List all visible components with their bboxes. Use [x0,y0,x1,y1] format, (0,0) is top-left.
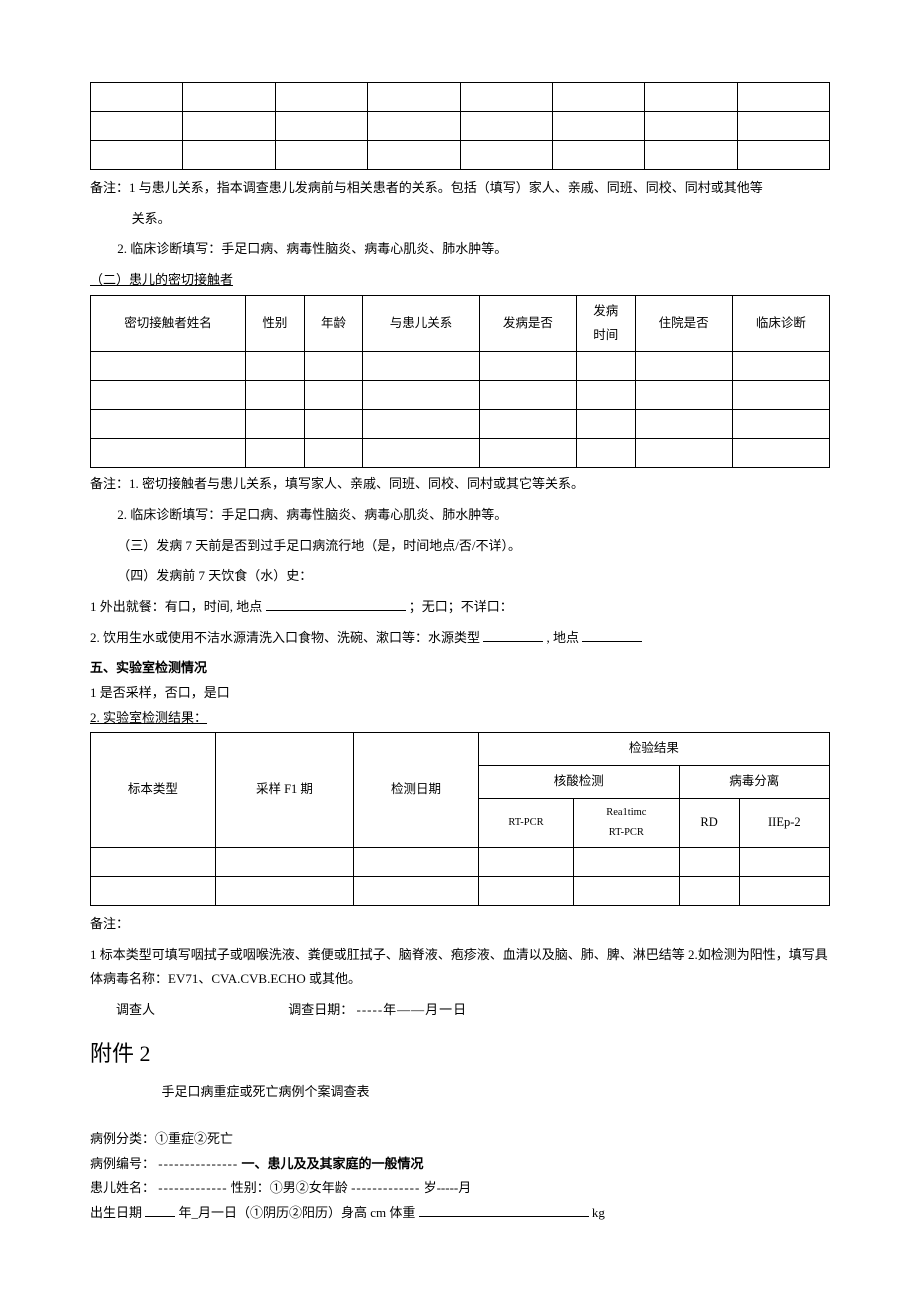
th-age: 年龄 [304,295,363,352]
th-onset-time: 发病 时间 [576,295,635,352]
diet-line1: 1 外出就餐：有口，时间, 地点 [90,599,262,614]
case-line2b: 一、患儿及及其家庭的一般情况 [241,1156,423,1171]
th-virus: 病毒分离 [679,766,829,799]
dash2: ------------- [158,1180,227,1195]
attachment-subtitle: 手足口病重症或死亡病例个案调查表 [90,1080,830,1105]
case-line2a: 病例编号： [90,1156,155,1171]
th-iiep2: IIEp-2 [739,798,829,847]
notes1-line1a: 1 与患儿关系，指本调查患儿发病前与相关患者的关系。包括（填写）家人、亲戚、同班… [129,180,763,195]
notes2-line4: （四）发病前 7 天饮食（水）史： [90,564,830,589]
th-realtime: Rea1timc RT-PCR [574,798,679,847]
case-line4a: 出生日期 [90,1205,142,1220]
survey-date-tail: -----年——月一日 [357,1002,468,1017]
case-line1: 病例分类：①重症②死亡 [90,1127,830,1152]
th-sample-date: 采样 F1 期 [215,733,353,847]
notes1-prefix: 备注： [90,180,129,195]
th-name: 密切接触者姓名 [91,295,246,352]
lab-line2: 2. 实验室检测结果： [90,706,207,731]
investigator-label: 调查人 [90,998,285,1023]
investigator-row: 调查人 调查日期： -----年——月一日 [90,998,830,1023]
blank-dining-place[interactable] [266,597,406,611]
lab-heading: 五、实验室检测情况 [90,656,830,681]
blank-weight[interactable] [419,1203,589,1217]
notes2-line2: 2. 临床诊断填写：手足口病、病毒性脑炎、病毒心肌炎、肺水肿等。 [90,503,830,528]
dash3: ------------- [351,1180,420,1195]
diet-line2a: 2. 饮用生水或使用不洁水源清洗入口食物、洗碗、漱口等：水源类型 [90,630,480,645]
lab-results-table: 标本类型 采样 F1 期 检测日期 检验结果 核酸检测 病毒分离 RT-PCR … [90,732,830,905]
notes-lab-prefix: 备注： [90,912,830,937]
notes2-prefix: 备注： [90,476,129,491]
survey-date-label: 调查日期： [288,1002,353,1017]
notes1-line2: 2. 临床诊断填写：手足口病、病毒性脑炎、病毒心肌炎、肺水肿等。 [90,237,830,262]
attachment-title: 附件 2 [90,1033,830,1075]
case-line3a: 患儿姓名： [90,1180,155,1195]
case-line4: 出生日期 年_月一日（①阴历②阳历）身高 cm 体重 kg [90,1201,830,1226]
th-relation: 与患儿关系 [363,295,479,352]
th-nuc: 核酸检测 [478,766,679,799]
case-line2: 病例编号： --------------- 一、患儿及及其家庭的一般情况 [90,1152,830,1177]
notes1-line1b: 关系。 [90,207,830,232]
blank-water-place[interactable] [582,628,642,642]
lab-line1: 1 是否采样，否口，是口 [90,681,830,706]
diet-line1-tail: ；无口；不详口： [409,599,513,614]
contacts-heading: （二）患儿的密切接触者 [90,268,233,293]
th-sample-type: 标本类型 [91,733,216,847]
th-rd: RD [679,798,739,847]
notes2-line1: 1. 密切接触者与患儿关系，填写家人、亲戚、同班、同校、同村或其它等关系。 [129,476,584,491]
case-line3: 患儿姓名： ------------- 性别：①男②女年龄 ----------… [90,1176,830,1201]
case-line4b: 年_月一日（①阴历②阳历）身高 cm 体重 [179,1205,416,1220]
dash1: --------------- [158,1156,238,1171]
diet-line2b: , 地点 [547,630,580,645]
th-hosp: 住院是否 [635,295,732,352]
notes1: 备注：1 与患儿关系，指本调查患儿发病前与相关患者的关系。包括（填写）家人、亲戚… [90,176,830,201]
notes-lab-line1: 1 标本类型可填写咽拭子或咽喉洗液、粪便或肛拭子、脑脊液、疱疹液、血清以及脑、肺… [90,943,830,992]
case-line4c: kg [592,1205,605,1220]
prior-contact-table [90,82,830,170]
th-results-group: 检验结果 [478,733,829,766]
case-line3b: 性别：①男②女年龄 [231,1180,348,1195]
th-rtpcr: RT-PCR [478,798,573,847]
diet-line2-row: 2. 饮用生水或使用不洁水源清洗入口食物、洗碗、漱口等：水源类型 , 地点 [90,626,830,651]
case-line3c: 岁-----月 [424,1180,472,1195]
blank-year[interactable] [145,1203,175,1217]
notes2: 备注：1. 密切接触者与患儿关系，填写家人、亲戚、同班、同校、同村或其它等关系。 [90,472,830,497]
close-contacts-table: 密切接触者姓名 性别 年龄 与患儿关系 发病是否 发病 时间 住院是否 临床诊断 [90,295,830,469]
th-diag: 临床诊断 [732,295,829,352]
th-onset: 发病是否 [479,295,576,352]
th-sex: 性别 [246,295,305,352]
diet-line1-row: 1 外出就餐：有口，时间, 地点 ；无口；不详口： [90,595,830,620]
th-test-date: 检测日期 [354,733,479,847]
notes2-line3: （三）发病 7 天前是否到过手足口病流行地（是，时间地点/否/不详）。 [90,534,830,559]
blank-water-type[interactable] [483,628,543,642]
